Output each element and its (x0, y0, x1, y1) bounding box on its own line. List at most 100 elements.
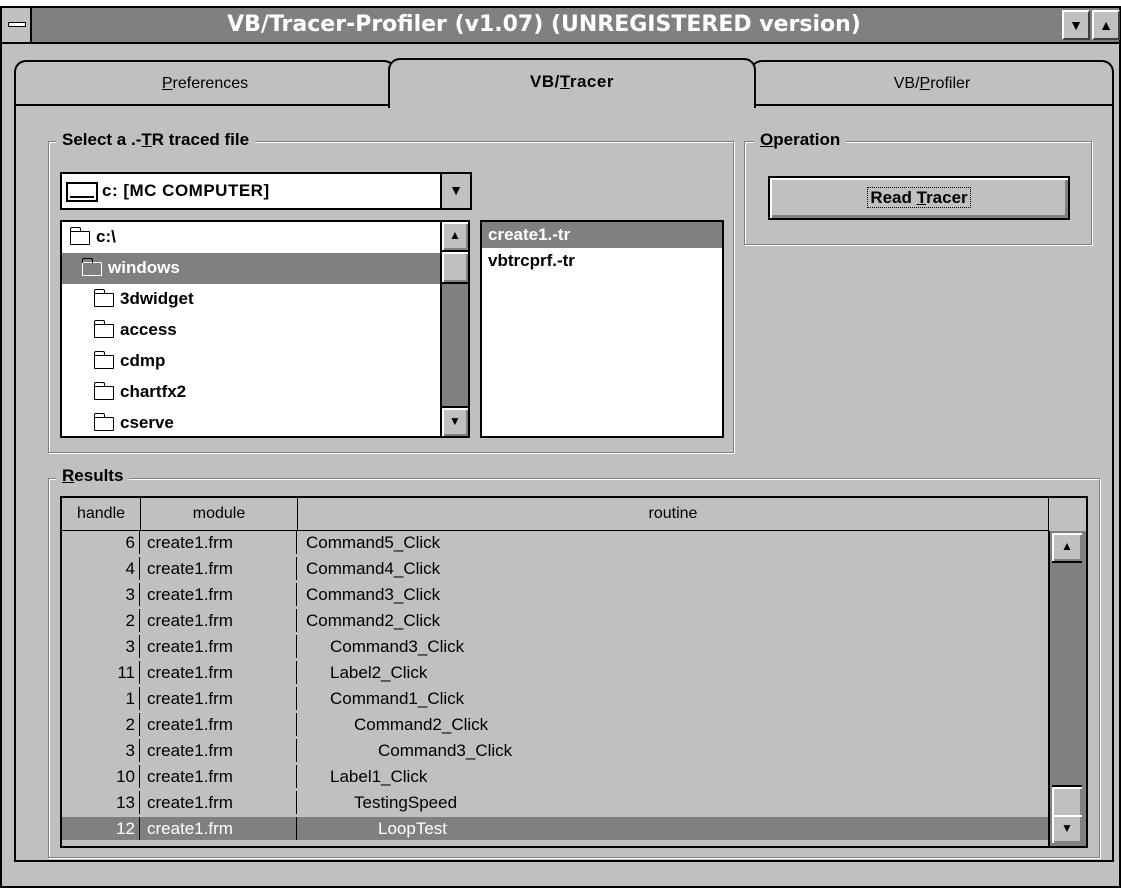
directory-item[interactable]: access (62, 315, 440, 346)
tab-preferences[interactable]: Preferences (14, 60, 396, 104)
cell-module: create1.frm (141, 739, 297, 762)
select-file-legend: Select a .-TR traced file (56, 130, 256, 150)
directory-item[interactable]: chartfx2 (62, 377, 440, 408)
title-bar[interactable]: VB/Tracer-Profiler (v1.07) (UNREGISTERED… (2, 8, 1120, 44)
file-item[interactable]: create1.-tr (482, 222, 722, 248)
results-scrollbar[interactable]: ▲ ▼ (1048, 531, 1086, 846)
cell-module: create1.frm (141, 661, 297, 684)
results-grid[interactable]: handle module routine 6 create1.frm Comman… (60, 496, 1088, 848)
scroll-up-button[interactable]: ▲ (442, 222, 468, 252)
table-row[interactable]: 4 create1.frm Command4_Click (62, 557, 1048, 580)
system-menu-icon (8, 22, 26, 27)
table-row[interactable]: 2 create1.frm Command2_Click (62, 609, 1048, 632)
operation-legend: Operation (754, 130, 847, 150)
cell-handle: 2 (62, 713, 140, 736)
cell-routine: Command4_Click (306, 559, 441, 578)
drive-combo[interactable]: c: [MC COMPUTER] ▼ (60, 172, 472, 210)
tab-label-hotkey: P (919, 75, 931, 92)
cell-module: create1.frm (141, 765, 297, 788)
cell-handle: 11 (62, 661, 140, 684)
directory-item[interactable]: cserve (62, 408, 440, 439)
maximize-button[interactable]: ▲ (1092, 10, 1120, 40)
legend-suffix: R traced file (151, 130, 250, 149)
cell-handle: 1 (62, 687, 140, 710)
table-row[interactable]: 12 create1.frm LoopTest (62, 817, 1048, 840)
results-legend: Results (56, 466, 130, 486)
cell-handle: 12 (62, 817, 140, 840)
cell-routine: TestingSpeed (354, 793, 458, 812)
directory-item[interactable]: cdmp (62, 346, 440, 377)
app-window: VB/Tracer-Profiler (v1.07) (UNREGISTERED… (0, 6, 1121, 888)
directory-item[interactable]: windows (62, 253, 440, 284)
cell-routine: LoopTest (378, 819, 447, 838)
tab-label-prefix: VB/ (893, 75, 920, 92)
scroll-thumb[interactable] (442, 250, 468, 284)
active-tab-join (390, 103, 754, 107)
table-row[interactable]: 3 create1.frm Command3_Click (62, 635, 1048, 658)
drive-icon (66, 182, 98, 202)
cell-module: create1.frm (141, 531, 297, 554)
file-listbox[interactable]: create1.-tr vbtrcprf.-tr (480, 220, 724, 438)
read-tracer-label: Read Tracer (867, 187, 971, 208)
table-row[interactable]: 1 create1.frm Command1_Click (62, 687, 1048, 710)
cell-routine: Command2_Click (354, 715, 489, 734)
cell-handle: 4 (62, 557, 140, 580)
directory-name: c:\ (96, 227, 116, 246)
scroll-down-button[interactable]: ▼ (1052, 815, 1082, 843)
cell-module: create1.frm (141, 791, 297, 814)
scroll-down-button[interactable]: ▼ (442, 406, 468, 436)
cell-module: create1.frm (141, 687, 297, 710)
table-row[interactable]: 3 create1.frm Command3_Click (62, 583, 1048, 606)
tab-profiler[interactable]: VB/Profiler (750, 60, 1114, 104)
folder-icon (93, 381, 114, 400)
cell-routine: Command2_Click (306, 611, 441, 630)
column-header-routine[interactable]: routine (298, 498, 1049, 531)
directory-item[interactable]: c:\ (62, 222, 440, 253)
button-label-prefix: Read (870, 188, 917, 207)
directory-name: access (120, 320, 177, 339)
tab-label-suffix: rofiler (930, 75, 971, 92)
scroll-thumb[interactable] (1052, 785, 1082, 819)
tab-label-prefix: VB/ (530, 72, 560, 91)
folder-icon (93, 350, 114, 369)
legend-suffix: peration (773, 130, 841, 149)
table-row[interactable]: 6 create1.frm Command5_Click (62, 531, 1048, 554)
cell-routine: Label1_Click (330, 767, 428, 786)
directory-item[interactable]: 3dwidget (62, 284, 440, 315)
table-row[interactable]: 10 create1.frm Label1_Click (62, 765, 1048, 788)
tab-tracer[interactable]: VB/Tracer (388, 58, 756, 108)
cell-handle: 13 (62, 791, 140, 814)
drive-value: c: [MC COMPUTER] (102, 181, 270, 200)
table-row[interactable]: 11 create1.frm Label2_Click (62, 661, 1048, 684)
directory-scrollbar[interactable]: ▲ ▼ (440, 222, 468, 436)
minimize-button[interactable]: ▼ (1062, 10, 1090, 40)
legend-hotkey: O (760, 130, 774, 149)
table-row[interactable]: 2 create1.frm Command2_Click (62, 713, 1048, 736)
folder-icon (93, 319, 114, 338)
system-menu-button[interactable] (2, 8, 32, 42)
legend-prefix: Select a .- (62, 130, 142, 149)
directory-listbox[interactable]: c:\ windows 3dwidget access cdmp chartfx2 cser… (60, 220, 470, 438)
cell-routine: Label2_Click (330, 663, 428, 682)
cell-routine: Command1_Click (330, 689, 465, 708)
table-row[interactable]: 13 create1.frm TestingSpeed (62, 791, 1048, 814)
legend-suffix: esults (74, 466, 124, 485)
table-row[interactable]: 3 create1.frm Command3_Click (62, 739, 1048, 762)
cell-module: create1.frm (141, 583, 297, 606)
cell-handle: 3 (62, 739, 140, 762)
column-header-handle[interactable]: handle (62, 498, 141, 531)
file-item[interactable]: vbtrcprf.-tr (482, 248, 722, 274)
tab-label-suffix: references (172, 75, 249, 92)
results-rows: 6 create1.frm Command5_Click 4 create1.frm Co… (62, 531, 1048, 846)
scroll-up-button[interactable]: ▲ (1052, 533, 1082, 563)
cell-handle: 2 (62, 609, 140, 632)
cell-routine: Command3_Click (306, 585, 441, 604)
window-title: VB/Tracer-Profiler (v1.07) (UNREGISTERED… (227, 12, 861, 37)
directory-name: windows (108, 258, 180, 277)
directory-name: chartfx2 (120, 382, 187, 401)
cell-routine: Command5_Click (306, 533, 441, 552)
read-tracer-button[interactable]: Read Tracer (768, 176, 1070, 220)
drive-dropdown-arrow[interactable]: ▼ (440, 174, 470, 208)
cell-handle: 6 (62, 531, 140, 554)
column-header-module[interactable]: module (141, 498, 298, 531)
